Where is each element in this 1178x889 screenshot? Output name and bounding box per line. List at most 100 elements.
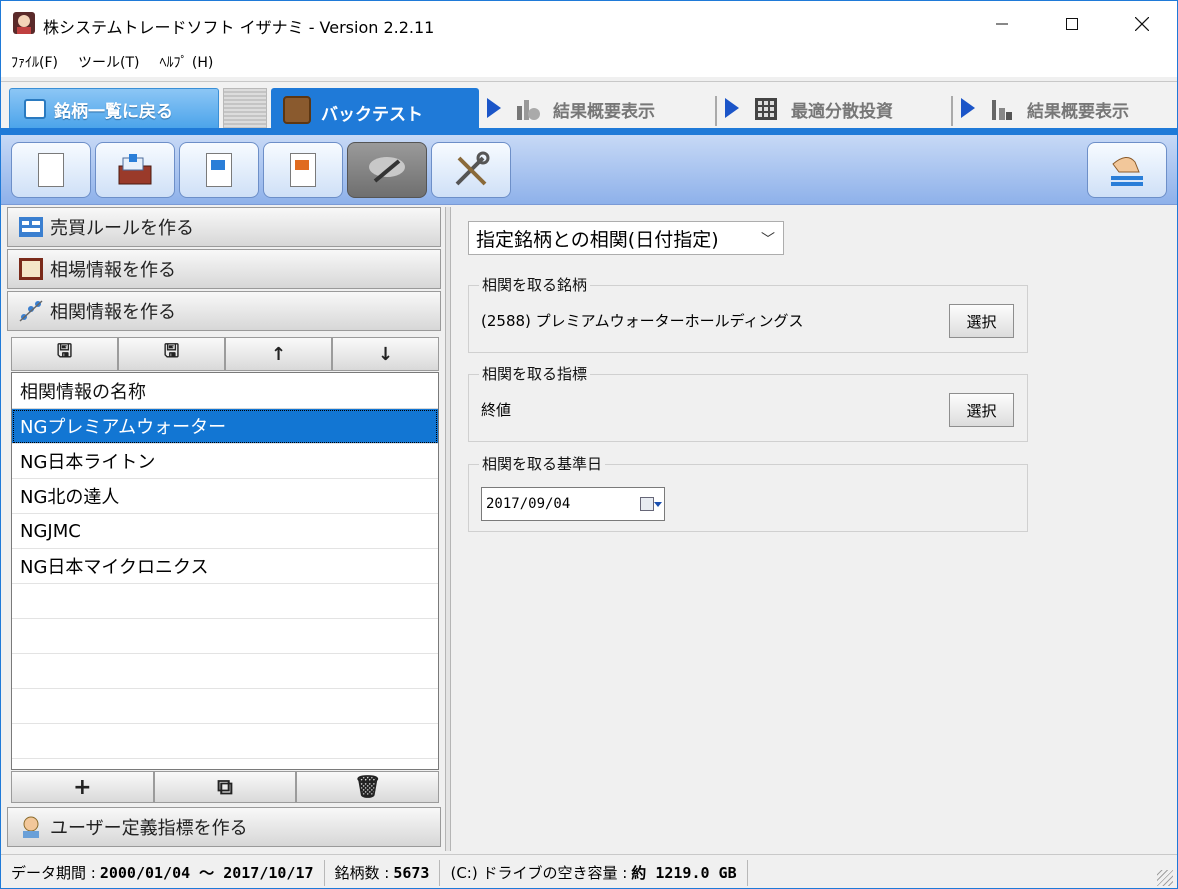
empty-row [12, 584, 438, 619]
stock-count-label: 銘柄数 : [334, 864, 390, 882]
save-button[interactable]: 🖫 [11, 337, 118, 371]
create-correlation-info-section[interactable]: 相関情報を作る [7, 291, 441, 331]
maximize-button[interactable] [1037, 1, 1107, 47]
correlation-list: 相関情報の名称 NGプレミアムウォーター NG日本ライトン NG北の達人 NGJ… [11, 372, 439, 770]
target-indicator-group: 相関を取る指標 終値 選択 [468, 363, 1028, 442]
correlation-icon [19, 300, 43, 322]
arrow-down-icon: ↓ [377, 343, 394, 365]
tab-result-summary-2[interactable]: 結果概要表示 [955, 88, 1175, 130]
new-document-icon [38, 153, 64, 187]
import-icon [290, 153, 316, 187]
calendar-icon [640, 497, 654, 511]
tab-divider [951, 96, 953, 126]
correlation-type-select[interactable]: 指定銘柄との相関(日付指定) ﹀ [468, 221, 784, 255]
drive-space-value: 約 1219.0 GB [631, 864, 737, 882]
tab-backtest-label: バックテスト [321, 104, 423, 125]
chart-icon [517, 100, 540, 120]
data-period-cell: データ期間 : 2000/01/04 〜 2017/10/17 [1, 859, 325, 886]
empty-row [12, 689, 438, 724]
plus-icon: + [73, 774, 92, 800]
open-button[interactable] [95, 142, 175, 198]
list-item[interactable]: NG北の達人 [12, 479, 438, 514]
select-stock-button[interactable]: 選択 [949, 304, 1014, 338]
brush-button[interactable] [347, 142, 427, 198]
base-date-picker[interactable]: 2017/09/04 [481, 487, 665, 521]
list-icon [24, 99, 46, 119]
list-item[interactable]: NGJMC [12, 514, 438, 549]
tab-back-label: 銘柄一覧に戻る [54, 101, 173, 122]
hand-button[interactable] [1087, 142, 1167, 198]
select-indicator-button[interactable]: 選択 [949, 393, 1014, 427]
import-button[interactable] [263, 142, 343, 198]
arrow-up-icon: ↑ [270, 343, 287, 365]
user-icon [23, 816, 39, 838]
base-date-title: 相関を取る基準日 [479, 453, 606, 474]
tab-result-summary[interactable]: 結果概要表示 [481, 88, 713, 130]
maximize-icon [1066, 18, 1078, 30]
tools-button[interactable] [431, 142, 511, 198]
panel-splitter[interactable] [445, 207, 451, 851]
open-chest-icon [118, 154, 152, 185]
tab-result-summary-label: 結果概要表示 [553, 101, 655, 122]
list-item[interactable]: NG日本マイクロニクス [12, 549, 438, 584]
main-toolbar [1, 135, 1177, 205]
menu-help[interactable]: ﾍﾙﾌﾟ (H) [159, 52, 213, 72]
backpack-icon [283, 96, 311, 124]
save-as-button[interactable]: 🖫 [118, 337, 225, 371]
tab-optimal-label: 最適分散投資 [791, 101, 893, 122]
right-panel: 指定銘柄との相関(日付指定) ﹀ 相関を取る銘柄 (2588) プレミアムウォー… [453, 207, 1177, 851]
create-correlation-info-label: 相関情報を作る [50, 302, 176, 323]
left-panel: 売買ルールを作る 相場情報を作る 相関情報を作る 🖫 🖫 ↑ ↓ 相関情報の名称… [7, 207, 441, 851]
chevron-down-icon: ﹀ [761, 232, 775, 248]
rule-icon [19, 217, 43, 237]
drive-space-label: (C:) ドライブの空き容量 : [450, 864, 628, 882]
tab-back-to-list[interactable]: 銘柄一覧に戻る [9, 88, 219, 130]
list-header: 相関情報の名称 [12, 373, 438, 409]
create-user-indicator-label: ユーザー定義指標を作る [50, 818, 248, 839]
tab-underline [1, 128, 1177, 135]
close-button[interactable] [1107, 1, 1177, 47]
title-bar[interactable]: 株システムトレードソフト イザナミ - Version 2.2.11 [1, 1, 1177, 47]
target-indicator-title: 相関を取る指標 [479, 363, 591, 384]
create-trading-rule-section[interactable]: 売買ルールを作る [7, 207, 441, 247]
list-item[interactable]: NGプレミアムウォーター [12, 409, 438, 444]
create-market-info-section[interactable]: 相場情報を作る [7, 249, 441, 289]
app-window: 株システムトレードソフト イザナミ - Version 2.2.11 ﾌｧｲﾙ(… [0, 0, 1178, 889]
create-trading-rule-label: 売買ルールを作る [50, 218, 194, 239]
target-indicator-value: 終値 [481, 401, 512, 419]
empty-row [12, 619, 438, 654]
dropdown-arrow-icon [654, 502, 662, 507]
delete-button[interactable]: 🗑 [296, 771, 440, 803]
export-button[interactable] [179, 142, 259, 198]
tab-spacer [223, 88, 267, 130]
minimize-icon [996, 23, 1008, 25]
trash-icon: 🗑 [353, 774, 382, 800]
save-icon: 🖫 [56, 341, 73, 362]
play-arrow-icon [487, 98, 501, 118]
create-user-indicator-section[interactable]: ユーザー定義指標を作る [7, 807, 441, 847]
base-date-value: 2017/09/04 [486, 496, 571, 512]
add-button[interactable]: + [11, 771, 154, 803]
app-avatar-icon [13, 12, 35, 34]
list-toolbar: 🖫 🖫 ↑ ↓ [11, 337, 439, 371]
tab-strip: 銘柄一覧に戻る バックテスト 結果概要表示 最適分散投資 結果概要表示 [1, 81, 1177, 136]
bar-chart-icon [992, 100, 1012, 120]
export-icon [206, 153, 232, 187]
new-button[interactable] [11, 142, 91, 198]
list-item[interactable]: NG日本ライトン [12, 444, 438, 479]
tab-optimal-diversified[interactable]: 最適分散投資 [719, 88, 951, 130]
menu-tools[interactable]: ツール(T) [78, 52, 139, 72]
move-down-button[interactable]: ↓ [332, 337, 439, 371]
menu-file[interactable]: ﾌｧｲﾙ(F) [11, 52, 58, 72]
data-period-label: データ期間 : [11, 864, 96, 882]
target-stock-group: 相関を取る銘柄 (2588) プレミアムウォーターホールディングス 選択 [468, 274, 1028, 353]
resize-grip-icon[interactable] [1157, 870, 1173, 886]
drive-space-cell: (C:) ドライブの空き容量 : 約 1219.0 GB [440, 859, 748, 886]
move-up-button[interactable]: ↑ [225, 337, 332, 371]
minimize-button[interactable] [967, 1, 1037, 47]
copy-button[interactable]: ⧉ [153, 771, 297, 803]
create-market-info-label: 相場情報を作る [50, 260, 176, 281]
tab-result-summary-2-label: 結果概要表示 [1027, 101, 1129, 122]
stock-count-cell: 銘柄数 : 5673 [325, 859, 441, 886]
copy-icon: ⧉ [217, 774, 233, 800]
